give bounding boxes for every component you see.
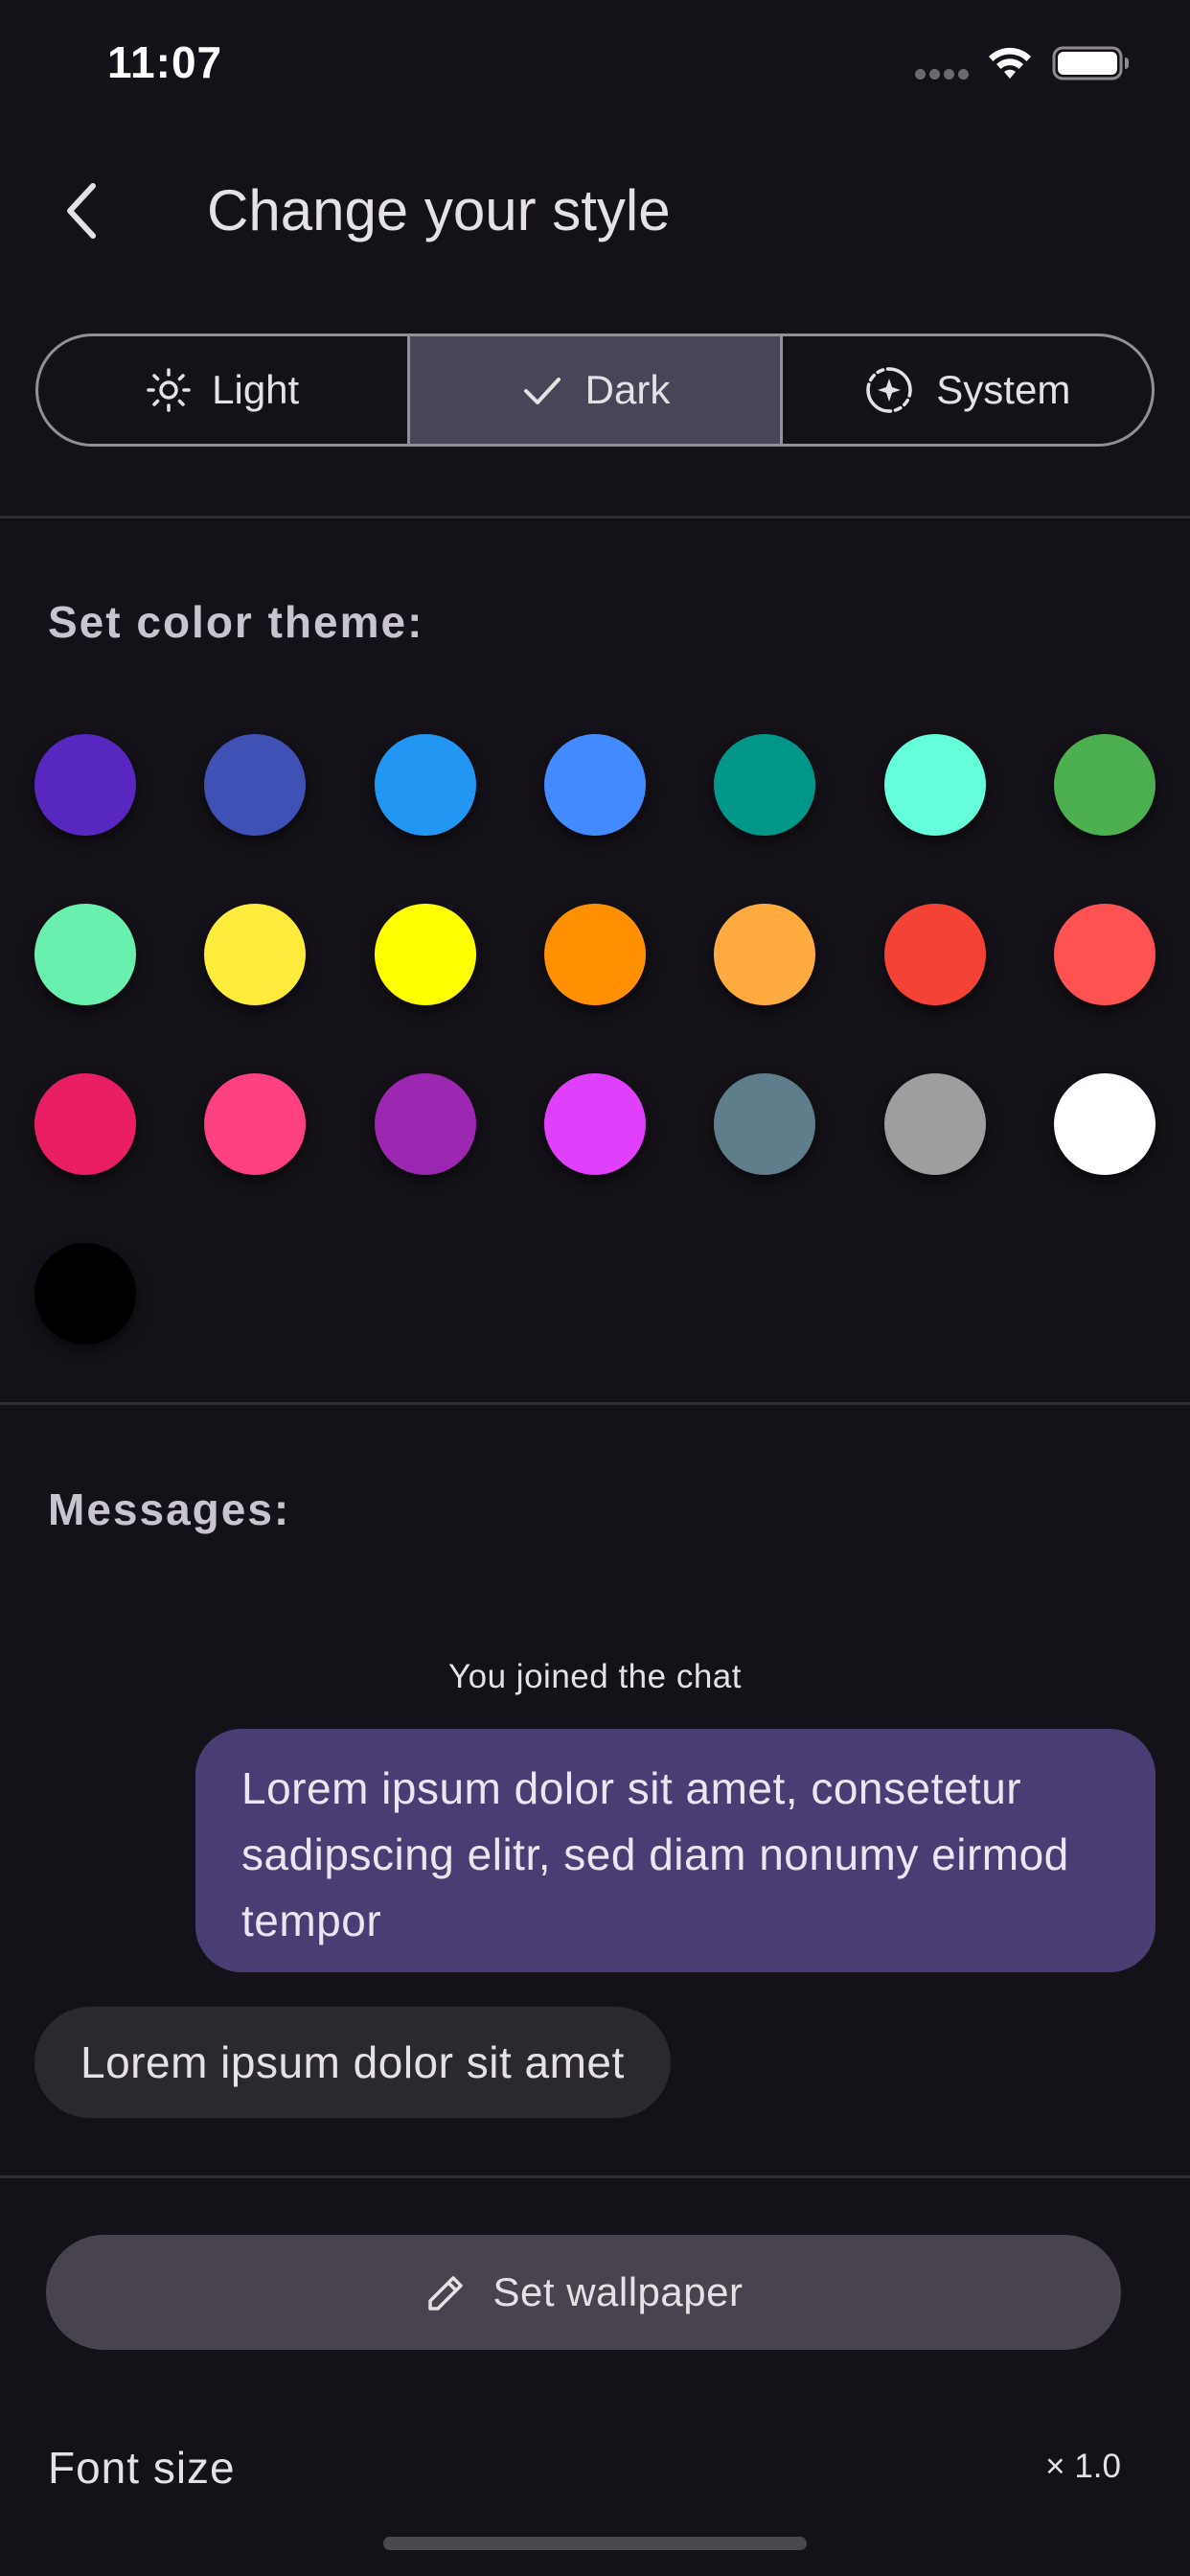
font-size-label: Font size <box>48 2443 236 2493</box>
home-indicator <box>383 2537 807 2550</box>
cellular-signal-icon <box>915 69 969 80</box>
color-swatch[interactable] <box>34 1073 136 1175</box>
color-swatch[interactable] <box>544 1073 646 1175</box>
check-icon <box>523 378 561 404</box>
color-swatch[interactable] <box>1054 1073 1156 1175</box>
outgoing-message-bubble: Lorem ipsum dolor sit amet, consetetur s… <box>195 1729 1156 1972</box>
style-settings-screen: 11:07 Change your style Light Dark Syste… <box>0 0 1190 2576</box>
color-swatch[interactable] <box>544 734 646 836</box>
font-size-row[interactable]: Font size × 1.0 <box>0 2434 1190 2511</box>
pencil-icon <box>427 2276 463 2311</box>
page-title: Change your style <box>207 178 671 242</box>
theme-mode-selector: Light Dark System <box>35 334 1155 447</box>
system-message: You joined the chat <box>448 1658 742 1695</box>
color-theme-label: Set color theme: <box>48 597 424 647</box>
segment-dark-label: Dark <box>584 367 671 412</box>
sun-icon <box>147 368 191 412</box>
segment-dark[interactable]: Dark <box>407 336 780 444</box>
divider <box>0 1402 1190 1405</box>
color-swatch[interactable] <box>884 1073 986 1175</box>
color-swatch[interactable] <box>34 904 136 1005</box>
color-swatch[interactable] <box>884 734 986 836</box>
color-swatch[interactable] <box>204 734 306 836</box>
divider <box>0 2175 1190 2178</box>
color-swatch[interactable] <box>714 904 815 1005</box>
color-swatch[interactable] <box>544 904 646 1005</box>
segment-light[interactable]: Light <box>38 336 407 444</box>
incoming-message-bubble: Lorem ipsum dolor sit amet <box>34 2007 671 2118</box>
segment-system-label: System <box>936 367 1071 412</box>
color-swatch[interactable] <box>375 904 476 1005</box>
color-swatch[interactable] <box>714 1073 815 1175</box>
segment-system[interactable]: System <box>779 336 1152 444</box>
chevron-left-icon <box>67 183 96 239</box>
color-swatch[interactable] <box>34 734 136 836</box>
color-swatch[interactable] <box>34 1243 136 1345</box>
wifi-icon <box>989 47 1031 79</box>
segment-light-label: Light <box>212 367 300 412</box>
color-swatch[interactable] <box>375 1073 476 1175</box>
color-swatch[interactable] <box>204 904 306 1005</box>
set-wallpaper-button[interactable]: Set wallpaper <box>46 2235 1121 2350</box>
color-swatch[interactable] <box>204 1073 306 1175</box>
color-swatch[interactable] <box>714 734 815 836</box>
auto-brightness-icon <box>866 367 913 413</box>
divider <box>0 516 1190 518</box>
color-swatch[interactable] <box>1054 734 1156 836</box>
font-size-value: × 1.0 <box>1045 2448 1121 2485</box>
status-time: 11:07 <box>107 37 223 87</box>
color-swatch[interactable] <box>884 904 986 1005</box>
color-swatch[interactable] <box>1054 904 1156 1005</box>
color-swatch[interactable] <box>375 734 476 836</box>
set-wallpaper-label: Set wallpaper <box>492 2269 744 2314</box>
status-bar: 11:07 <box>0 0 1190 125</box>
back-button[interactable] <box>48 172 115 249</box>
battery-icon <box>1052 46 1129 80</box>
app-bar: Change your style <box>0 144 1190 278</box>
messages-label: Messages: <box>48 1484 291 1534</box>
